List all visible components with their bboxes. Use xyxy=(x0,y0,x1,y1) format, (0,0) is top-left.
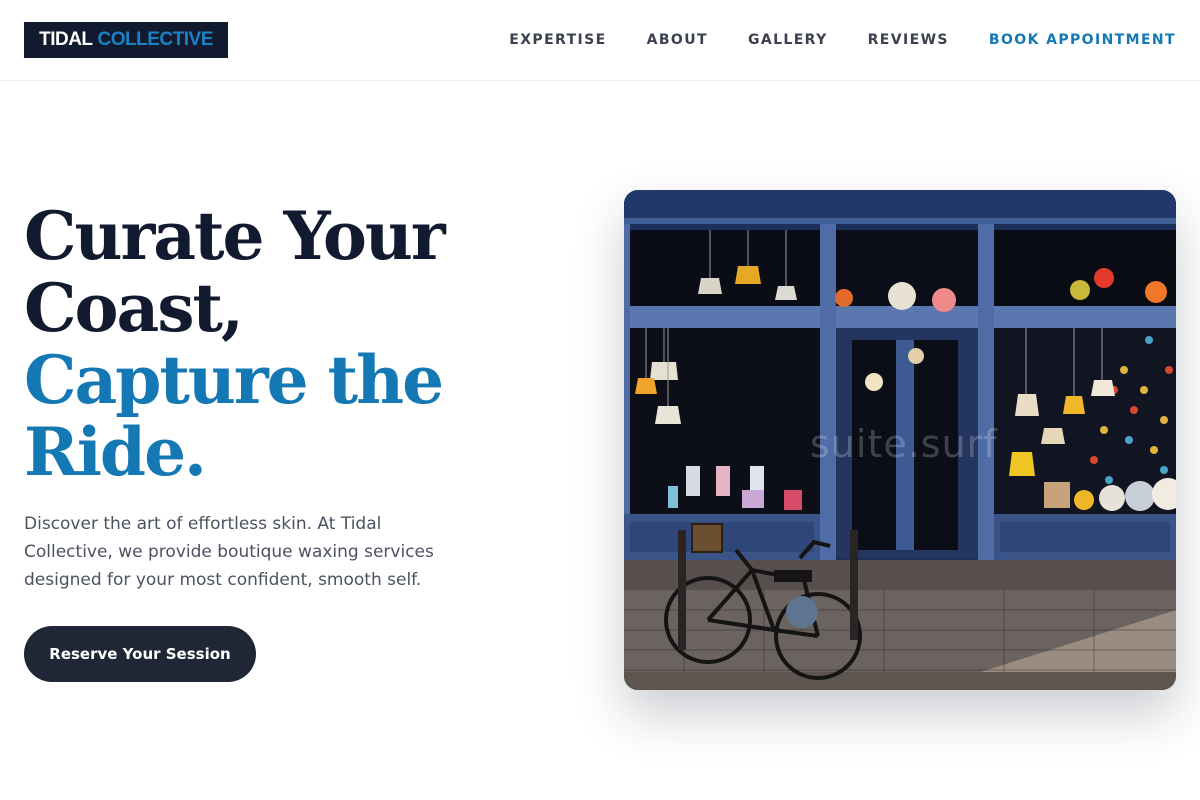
brand-name-primary: TIDAL xyxy=(39,29,93,50)
reserve-session-button[interactable]: Reserve Your Session xyxy=(24,626,256,682)
site-header: TIDAL COLLECTIVE EXPERTISE ABOUT GALLERY… xyxy=(0,0,1200,81)
headline-line-4: Ride. xyxy=(24,413,207,491)
headline-line-1: Curate Your xyxy=(24,197,446,275)
nav-book-appointment-link[interactable]: BOOK APPOINTMENT xyxy=(989,32,1176,48)
nav-link-expertise[interactable]: EXPERTISE xyxy=(509,32,606,48)
headline-line-3: Capture the xyxy=(24,341,444,419)
brand-logo[interactable]: TIDAL COLLECTIVE xyxy=(24,22,228,58)
hero-storefront-image xyxy=(624,190,1176,690)
nav-link-gallery[interactable]: GALLERY xyxy=(748,32,828,48)
main-nav: EXPERTISE ABOUT GALLERY REVIEWS BOOK APP… xyxy=(469,0,1176,80)
hero-subtext: Discover the art of effortless skin. At … xyxy=(24,514,434,590)
brand-name-accent: COLLECTIVE xyxy=(97,29,214,50)
nav-link-about[interactable]: ABOUT xyxy=(647,32,708,48)
hero-headline: Curate Your Coast, Capture the Ride. xyxy=(24,200,544,488)
headline-line-2: Coast, xyxy=(24,269,244,347)
nav-link-reviews[interactable]: REVIEWS xyxy=(868,32,949,48)
